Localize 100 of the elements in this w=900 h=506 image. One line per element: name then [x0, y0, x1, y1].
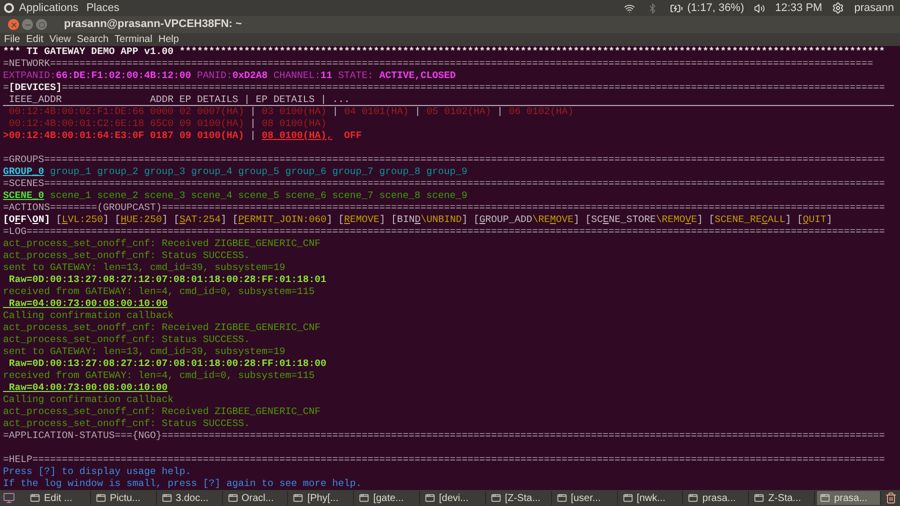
- scene-item[interactable]: scene_2: [97, 190, 138, 202]
- terminal-text: \RE: [532, 214, 550, 226]
- group-item[interactable]: group_2: [97, 166, 138, 178]
- group-item[interactable]: GROUP_0: [3, 166, 44, 178]
- log-line: sent to GATEWAY: len=13, cmd_id=39, subsystem=19: [3, 346, 286, 358]
- section-rule: =LOG==================================================================================================================================================: [3, 226, 885, 238]
- taskbar-window[interactable]: prasa...: [817, 491, 881, 505]
- terminal-text: ] [: [462, 214, 480, 226]
- terminal-text: ] [: [697, 214, 715, 226]
- terminal-text: E: [602, 214, 609, 226]
- log-line: act_process_set_onoff_cnf: Received ZIGBEE_GENERIC_CNF: [3, 238, 320, 250]
- log-line: Calling confirmation callback: [3, 310, 174, 322]
- terminal-text: ] [: [220, 214, 238, 226]
- taskbar-window[interactable]: [devi...: [422, 491, 486, 505]
- show-desktop-icon[interactable]: [3, 492, 15, 504]
- scene-item[interactable]: scene_7: [332, 190, 374, 202]
- window-title: prasann@prasann-VPCEH38FN: ~: [64, 17, 242, 32]
- taskbar-window[interactable]: [gate...: [356, 491, 420, 505]
- terminal-text: C: [762, 214, 768, 226]
- group-item[interactable]: group_9: [426, 166, 468, 178]
- terminal-text: ] [: [326, 214, 344, 226]
- taskbar-window[interactable]: [Phy[...: [290, 491, 354, 505]
- group-item[interactable]: group_3: [144, 166, 186, 178]
- log-line: act_process_set_onoff_cnf: Status SUCCESS.: [3, 418, 250, 430]
- group-item[interactable]: group_8: [379, 166, 420, 178]
- group-item[interactable]: group_5: [238, 166, 280, 178]
- app-title: *** TI GATEWAY DEMO APP v1.00 ************************************************************************************************************************: [3, 46, 885, 58]
- terminal-text: ] [: [785, 214, 803, 226]
- menu-item[interactable]: View: [49, 34, 71, 46]
- device-row[interactable]: 00:12:4B:00:01:C2:6E:18 65C0 09 0100(HA) | 08 0100(HA): [3, 118, 326, 130]
- battery-icon[interactable]: [670, 2, 684, 14]
- terminal-text: Q: [802, 214, 809, 226]
- window-icon: [622, 493, 633, 503]
- clock[interactable]: 12:33 PM: [775, 0, 822, 16]
- volume-icon[interactable]: [754, 2, 766, 14]
- window-icon: [490, 493, 501, 503]
- menu-item[interactable]: Help: [158, 34, 179, 46]
- menu-item[interactable]: Search: [76, 34, 109, 46]
- panel-menu[interactable]: Applications: [19, 0, 78, 16]
- scene-item[interactable]: scene_9: [426, 190, 468, 202]
- close-button[interactable]: [8, 19, 19, 30]
- group-item[interactable]: group_6: [285, 166, 326, 178]
- window-icon: [228, 493, 238, 503]
- settings-icon[interactable]: [832, 2, 844, 14]
- terminal-text: STATE:: [337, 70, 374, 82]
- terminal-text: =: [3, 82, 9, 94]
- terminal-text: [O: [3, 214, 15, 226]
- log-line: received from GATEWAY: len=4, cmd_id=0, subsystem=115: [3, 286, 315, 298]
- section-rule: =NETWORK============================================================================================================================================: [3, 58, 874, 70]
- menu-item[interactable]: Terminal: [114, 34, 152, 46]
- maximize-button[interactable]: [36, 19, 47, 30]
- terminal-text: 11: [320, 70, 332, 82]
- log-line: Raw=04:00:73:00:08:00:10:00: [8, 382, 168, 394]
- scene-item[interactable]: scene_5: [238, 190, 280, 202]
- menu-item[interactable]: File: [4, 34, 20, 46]
- terminal-text: ALL: [768, 214, 786, 226]
- device-row[interactable]: >00:12:4B:00:01:64:E3:0F 0187 09 0100(HA) | 08 0100(HA), OFF: [3, 130, 362, 142]
- terminal-text: N]: [38, 214, 50, 226]
- bluetooth-icon[interactable]: [647, 2, 658, 14]
- terminal-text: SCENE_RE: [714, 214, 762, 226]
- scene-item[interactable]: scene_8: [379, 190, 420, 202]
- scene-item[interactable]: scene_6: [285, 190, 326, 202]
- terminal-text: EMOVE: [350, 214, 380, 226]
- group-item[interactable]: group_1: [50, 166, 92, 178]
- terminal-text: \REMO: [656, 214, 686, 226]
- trash-icon[interactable]: [884, 492, 897, 504]
- scene-item[interactable]: scene_3: [144, 190, 186, 202]
- window-icon: [425, 493, 436, 503]
- taskbar-window[interactable]: prasa...: [685, 491, 750, 505]
- log-line: Raw=04:00:73:00:08:00:10:00: [8, 298, 168, 310]
- terminal-text: 66:DE:F1:02:00:4B:12:00: [56, 70, 192, 82]
- menu-item[interactable]: Edit: [26, 34, 44, 46]
- column-headers: IEEE_ADDR ADDR EP DETAILS | EP DETAILS | ...: [8, 94, 350, 105]
- scene-item[interactable]: scene_4: [191, 190, 232, 202]
- terminal-text: R: [344, 214, 350, 226]
- terminal-text: ACTIVE,CLOSED: [379, 70, 456, 82]
- section-rule: =ACTIONS========(GROUPCAST)===========================================================================================================================: [3, 202, 885, 214]
- taskbar-window[interactable]: Z-Sta...: [751, 491, 816, 505]
- device-row[interactable]: 00:12:4B:00:02:F1:DE:66 0000 02 0007(HA) | 03 0100(HA) | 04 0101(HA) | 05 0102(HA) | 06 0102(HA): [3, 106, 574, 118]
- terminal-text: VL:250: [68, 214, 104, 226]
- panel-menu[interactable]: Places: [86, 0, 120, 16]
- terminal-text: EXTPANID:: [3, 70, 56, 82]
- wifi-icon[interactable]: [624, 2, 636, 14]
- scene-item[interactable]: SCENE_0: [3, 190, 44, 202]
- group-item[interactable]: group_7: [332, 166, 374, 178]
- terminal-text: ============================================================================================================================================: [62, 82, 885, 94]
- terminal-text: ] [: [103, 214, 121, 226]
- terminal-text: ]: [826, 214, 832, 226]
- log-line: act_process_set_onoff_cnf: Received ZIGBEE_GENERIC_CNF: [3, 406, 320, 418]
- terminal-text: AT:254: [185, 214, 221, 226]
- terminal-text: UE:250: [126, 214, 162, 226]
- log-line: act_process_set_onoff_cnf: Received ZIGBEE_GENERIC_CNF: [3, 322, 320, 334]
- scene-item[interactable]: scene_1: [50, 190, 92, 202]
- window-icon: [688, 493, 698, 503]
- window-icon: [820, 493, 830, 503]
- user-name[interactable]: prasann: [854, 0, 894, 16]
- terminal-text: UIT: [808, 214, 826, 226]
- group-item[interactable]: group_4: [191, 166, 232, 178]
- terminal-text: F: [14, 214, 21, 226]
- menu-logo-icon[interactable]: [4, 3, 14, 13]
